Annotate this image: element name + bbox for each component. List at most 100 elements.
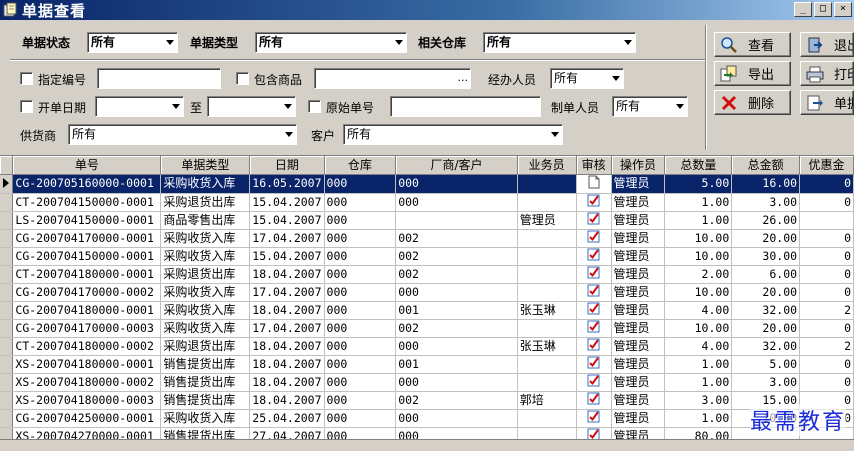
table-row[interactable]: CG-200704150000-0001 采购收货入库 15.04.2007 000 0… <box>0 247 854 266</box>
cell-qty[interactable]: 1.00 <box>664 409 733 428</box>
cell-wh[interactable]: 000 <box>324 301 397 320</box>
cell-amt[interactable]: 3.00 <box>731 373 801 392</box>
cell-disc[interactable] <box>799 211 854 230</box>
cell-type[interactable]: 商品零售出库 <box>160 211 251 230</box>
cell-amt[interactable]: 30.00 <box>731 247 801 266</box>
view-button[interactable]: 查看 <box>714 32 791 57</box>
cell-type[interactable]: 销售提货出库 <box>160 373 251 392</box>
cell-no[interactable]: CG-200704180000-0001 <box>12 301 162 320</box>
cell-no[interactable]: CG-200705160000-0001 <box>12 174 162 194</box>
audit-cell[interactable] <box>576 409 612 428</box>
cell-sales[interactable] <box>517 193 577 212</box>
column-header[interactable]: 业务员 <box>517 156 577 175</box>
cell-date[interactable]: 17.04.2007 <box>249 319 325 338</box>
cell-wh[interactable]: 000 <box>324 319 397 338</box>
cell-party[interactable]: 000 <box>395 193 518 212</box>
cell-no[interactable]: CT-200704180000-0002 <box>12 337 162 356</box>
exit-button[interactable]: 退出 <box>800 32 854 57</box>
cell-date[interactable]: 18.04.2007 <box>249 391 325 410</box>
cell-party[interactable]: 001 <box>395 301 518 320</box>
cell-wh[interactable]: 000 <box>324 337 397 356</box>
cell-amt[interactable]: 3.00 <box>731 193 801 212</box>
row-indicator[interactable] <box>0 174 14 194</box>
cell-wh[interactable]: 000 <box>324 229 397 248</box>
cell-date[interactable]: 15.04.2007 <box>249 247 325 266</box>
table-row[interactable]: LS-200704150000-0001 商品零售出库 15.04.2007 000 管… <box>0 211 854 230</box>
cell-op[interactable]: 管理员 <box>611 265 666 284</box>
cell-qty[interactable]: 10.00 <box>664 319 733 338</box>
cell-op[interactable]: 管理员 <box>611 301 666 320</box>
cell-type[interactable]: 采购退货出库 <box>160 337 251 356</box>
column-header[interactable]: 单号 <box>12 156 162 175</box>
cell-no[interactable]: XS-200704180000-0002 <box>12 373 162 392</box>
cell-sales[interactable] <box>517 265 577 284</box>
cell-qty[interactable]: 10.00 <box>664 283 733 302</box>
cell-sales[interactable]: 张玉琳 <box>517 301 577 320</box>
cell-amt[interactable]: 6.00 <box>731 265 801 284</box>
cell-party[interactable]: 000 <box>395 409 518 428</box>
cell-date[interactable]: 17.04.2007 <box>249 229 325 248</box>
cell-qty[interactable]: 5.00 <box>664 174 733 194</box>
date-from-combo[interactable] <box>95 96 184 117</box>
cell-sales[interactable] <box>517 247 577 266</box>
table-row[interactable]: CG-200704170000-0001 采购收货入库 17.04.2007 000 0… <box>0 229 854 248</box>
cell-wh[interactable]: 000 <box>324 174 397 194</box>
cell-date[interactable]: 17.04.2007 <box>249 283 325 302</box>
cell-party[interactable]: 001 <box>395 355 518 374</box>
table-row[interactable]: XS-200704180000-0001 销售提货出库 18.04.2007 000 0… <box>0 355 854 374</box>
cell-wh[interactable]: 000 <box>324 427 397 439</box>
audit-cell[interactable] <box>576 427 612 439</box>
cell-disc[interactable]: 0 <box>799 319 854 338</box>
cell-qty[interactable]: 2.00 <box>664 265 733 284</box>
audit-cell[interactable] <box>576 319 612 338</box>
cell-op[interactable]: 管理员 <box>611 247 666 266</box>
cell-no[interactable]: CG-200704170000-0002 <box>12 283 162 302</box>
cell-sales[interactable] <box>517 409 577 428</box>
audit-cell[interactable] <box>576 355 612 374</box>
cell-no[interactable]: XS-200704180000-0001 <box>12 355 162 374</box>
cell-no[interactable]: CG-200704170000-0003 <box>12 319 162 338</box>
cell-disc[interactable]: 0 <box>799 193 854 212</box>
cell-wh[interactable]: 000 <box>324 373 397 392</box>
doc-no-input[interactable] <box>97 68 221 89</box>
audit-cell[interactable] <box>576 301 612 320</box>
cell-amt[interactable]: 5.00 <box>731 355 801 374</box>
cell-sales[interactable] <box>517 355 577 374</box>
cell-op[interactable]: 管理员 <box>611 409 666 428</box>
cell-date[interactable]: 18.04.2007 <box>249 265 325 284</box>
cell-party[interactable]: 000 <box>395 174 518 194</box>
cell-no[interactable]: CT-200704150000-0001 <box>12 193 162 212</box>
cell-type[interactable]: 销售提货出库 <box>160 427 251 439</box>
cell-date[interactable]: 25.04.2007 <box>249 409 325 428</box>
cell-party[interactable]: 002 <box>395 247 518 266</box>
cell-disc[interactable]: 2 <box>799 337 854 356</box>
cell-qty[interactable]: 10.00 <box>664 247 733 266</box>
cell-wh[interactable]: 000 <box>324 193 397 212</box>
cell-date[interactable]: 15.04.2007 <box>249 211 325 230</box>
cell-date[interactable]: 18.04.2007 <box>249 355 325 374</box>
table-row[interactable]: CG-200704250000-0001 采购收货入库 25.04.2007 000 0… <box>0 409 854 428</box>
cell-disc[interactable]: 2 <box>799 301 854 320</box>
column-header[interactable]: 总金额 <box>731 156 801 175</box>
cell-type[interactable]: 采购收货入库 <box>160 319 251 338</box>
customer-combo[interactable]: 所有 <box>343 124 563 145</box>
cell-wh[interactable]: 000 <box>324 211 397 230</box>
row-indicator[interactable] <box>0 265 14 284</box>
audit-cell[interactable] <box>576 229 612 248</box>
cell-qty[interactable]: 3.00 <box>664 391 733 410</box>
cell-type[interactable]: 采购收货入库 <box>160 283 251 302</box>
cell-party[interactable]: 000 <box>395 283 518 302</box>
cell-date[interactable]: 27.04.2007 <box>249 427 325 439</box>
column-header[interactable]: 操作员 <box>611 156 666 175</box>
supplier-combo[interactable]: 所有 <box>68 124 297 145</box>
row-indicator[interactable] <box>0 247 14 266</box>
cell-party[interactable]: 000 <box>395 427 518 439</box>
status-combo[interactable]: 所有 <box>87 32 178 53</box>
cell-no[interactable]: XS-200704270000-0001 <box>12 427 162 439</box>
type-combo[interactable]: 所有 <box>255 32 407 53</box>
cell-no[interactable]: CG-200704250000-0001 <box>12 409 162 428</box>
minimize-button[interactable]: _ <box>794 2 812 17</box>
audit-cell[interactable] <box>576 283 612 302</box>
cell-amt[interactable]: 20.00 <box>731 229 801 248</box>
cell-party[interactable] <box>395 211 518 230</box>
